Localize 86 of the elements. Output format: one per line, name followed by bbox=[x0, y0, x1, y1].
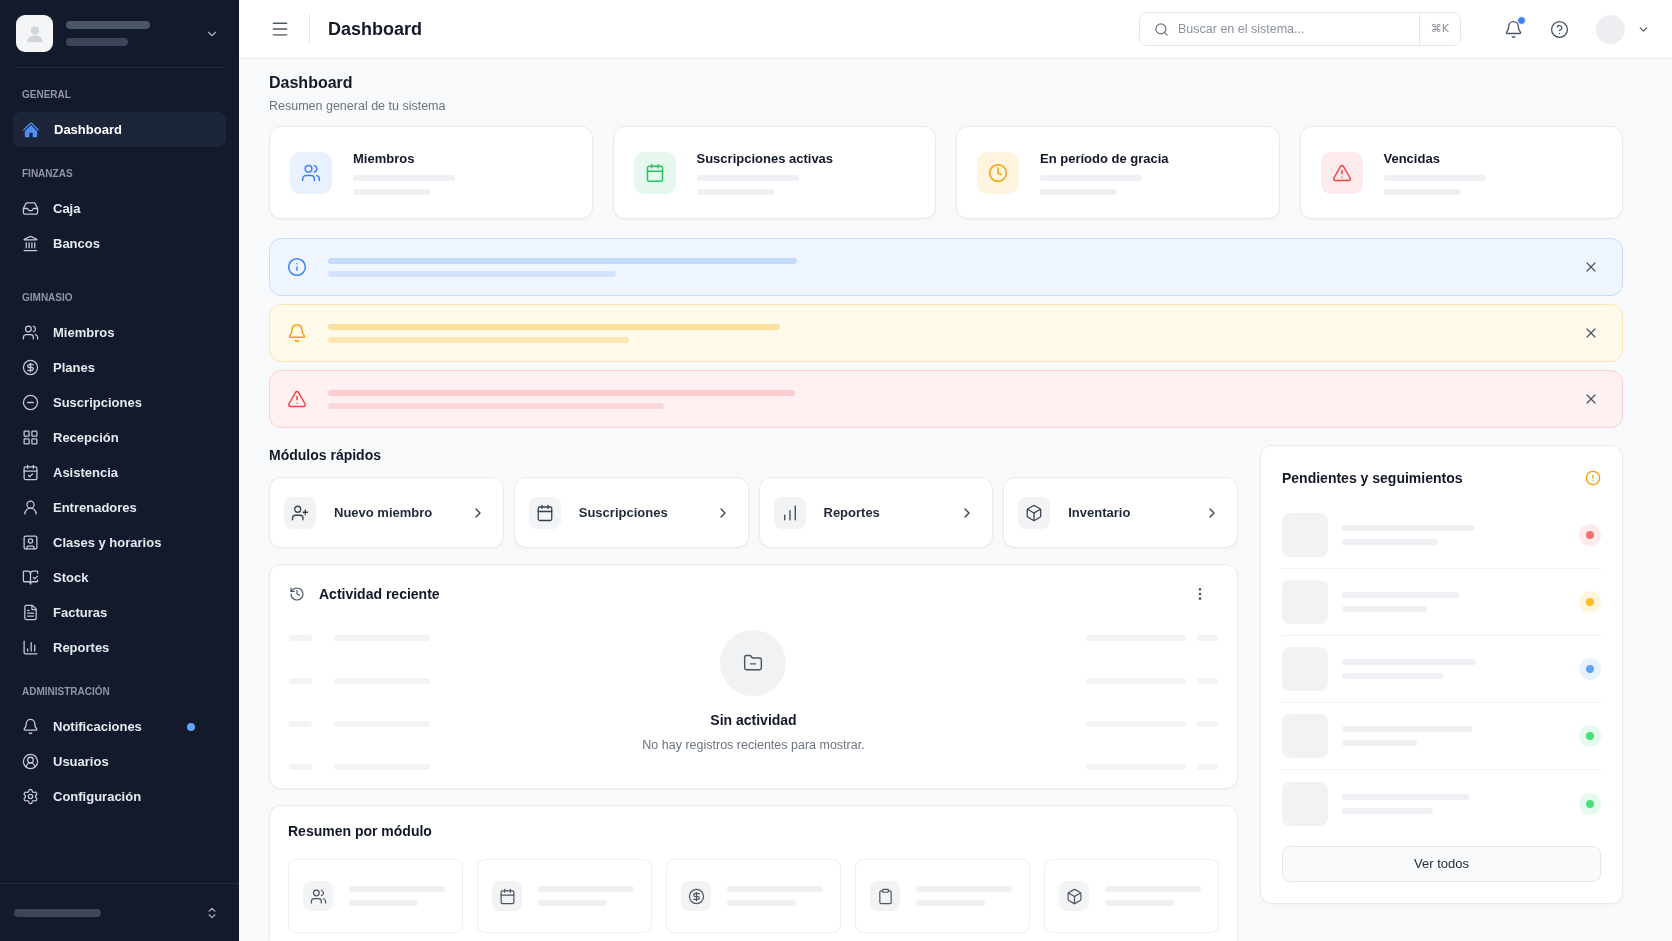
user-circle-icon bbox=[22, 753, 39, 770]
skeleton-bar bbox=[66, 38, 128, 46]
module-card[interactable]: Inventario bbox=[1003, 477, 1238, 548]
module-card[interactable]: Nuevo miembro bbox=[269, 477, 504, 548]
sidebar-item[interactable]: Suscripciones bbox=[13, 385, 226, 420]
sidebar-item[interactable]: Facturas bbox=[13, 595, 226, 630]
card-title: Pendientes y seguimientos bbox=[1282, 468, 1463, 488]
search-icon bbox=[1154, 21, 1169, 37]
bell-icon bbox=[1503, 19, 1523, 39]
clipboard-icon bbox=[870, 881, 900, 911]
users-icon bbox=[303, 881, 333, 911]
status-dot-icon bbox=[1579, 658, 1601, 680]
section-label: FINANZAS bbox=[21, 167, 74, 181]
menu-button[interactable] bbox=[270, 19, 290, 39]
view-all-button[interactable]: Ver todos bbox=[1282, 846, 1601, 882]
stat-label: Suscripciones activas bbox=[696, 150, 834, 167]
sidebar-item[interactable]: Dashboard bbox=[13, 112, 226, 147]
book-icon bbox=[22, 569, 39, 586]
dollar-circle-icon bbox=[22, 359, 39, 376]
bar-chart-icon bbox=[773, 496, 806, 529]
sidebar-item[interactable]: Usuarios bbox=[13, 744, 226, 779]
grid-icon bbox=[22, 429, 39, 446]
notifications-button[interactable] bbox=[1503, 19, 1523, 39]
avatar-icon bbox=[16, 15, 53, 52]
stat-label: Miembros bbox=[353, 150, 416, 167]
sidebar-item[interactable]: Configuración bbox=[13, 779, 226, 814]
status-dot-icon bbox=[1579, 725, 1601, 747]
sidebar-item[interactable]: Clases y horarios bbox=[13, 525, 226, 560]
info-icon bbox=[287, 257, 307, 277]
users-icon bbox=[22, 324, 39, 341]
calendar-icon bbox=[528, 496, 561, 529]
sidebar-item[interactable]: Reportes bbox=[13, 630, 226, 665]
user-square-icon bbox=[22, 534, 39, 551]
user-icon bbox=[22, 499, 39, 516]
bank-icon bbox=[22, 235, 39, 252]
page-heading: Dashboard bbox=[269, 73, 354, 93]
user-plus-icon bbox=[284, 496, 316, 529]
calendar-icon bbox=[492, 881, 522, 911]
history-icon bbox=[289, 586, 305, 602]
bell-icon bbox=[22, 718, 39, 735]
settings-icon bbox=[22, 788, 39, 805]
calendar-icon bbox=[22, 464, 39, 481]
warning-icon bbox=[287, 389, 307, 409]
empty-state-title: Sin actividad bbox=[710, 711, 797, 730]
section-label: ADMINISTRACIÓN bbox=[21, 685, 111, 699]
inbox-icon bbox=[22, 200, 39, 217]
minus-circle-icon bbox=[22, 394, 39, 411]
sidebar-item[interactable]: Miembros bbox=[13, 315, 226, 350]
help-icon bbox=[1549, 19, 1569, 39]
sidebar-item[interactable]: Entrenadores bbox=[13, 490, 226, 525]
card-title: Actividad reciente bbox=[319, 584, 440, 604]
status-dot-icon bbox=[1579, 591, 1601, 613]
sidebar-item[interactable]: Planes bbox=[13, 350, 226, 385]
bell-icon bbox=[287, 323, 307, 343]
keyboard-shortcut: ⌘K bbox=[1418, 13, 1460, 45]
status-dot-icon bbox=[1579, 524, 1601, 546]
page-subtitle: Resumen general de tu sistema bbox=[269, 98, 447, 114]
card-title: Resumen por módulo bbox=[288, 822, 433, 841]
module-card[interactable]: Suscripciones bbox=[513, 477, 749, 548]
alert-circle-icon bbox=[1585, 470, 1601, 486]
document-icon bbox=[22, 604, 39, 621]
users-icon bbox=[290, 151, 332, 194]
section-label: GIMNASIO bbox=[21, 291, 74, 305]
sidebar-item[interactable]: Recepción bbox=[13, 420, 226, 455]
menu-icon bbox=[270, 19, 290, 39]
sidebar-item[interactable]: Bancos bbox=[13, 226, 226, 261]
sidebar-item[interactable]: Caja bbox=[13, 191, 226, 226]
stat-label: En período de gracia bbox=[1040, 150, 1169, 167]
home-icon bbox=[22, 120, 40, 139]
sidebar-item[interactable]: Notificaciones bbox=[13, 709, 226, 744]
sidebar-item[interactable]: Asistencia bbox=[13, 455, 226, 490]
section-title: Módulos rápidos bbox=[269, 446, 382, 465]
calendar-icon bbox=[633, 151, 676, 194]
cube-icon bbox=[1018, 496, 1051, 529]
module-card[interactable]: Reportes bbox=[758, 477, 994, 548]
help-button[interactable] bbox=[1549, 19, 1569, 39]
cube-icon bbox=[1059, 881, 1089, 911]
sidebar-item[interactable]: Stock bbox=[13, 560, 226, 595]
warning-icon bbox=[1320, 151, 1363, 194]
stat-label: Vencidas bbox=[1383, 150, 1441, 167]
page-title: Dashboard bbox=[328, 17, 423, 41]
section-label: GENERAL bbox=[21, 88, 72, 102]
bar-chart-icon bbox=[22, 639, 39, 656]
status-dot-icon bbox=[1579, 792, 1601, 815]
clock-icon bbox=[977, 151, 1019, 194]
empty-state-message: No hay registros recientes para mostrar. bbox=[642, 737, 865, 753]
